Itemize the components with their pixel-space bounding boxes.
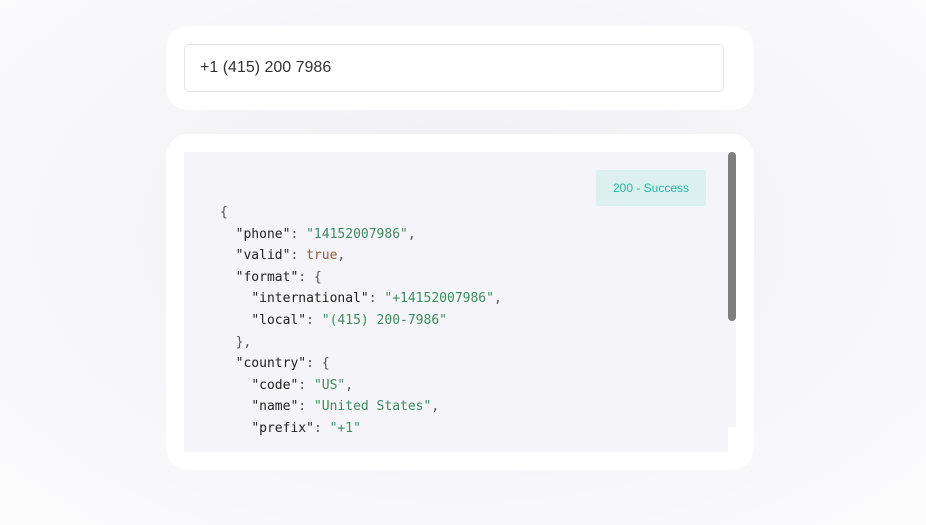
json-token: , [345, 377, 354, 393]
json-response-body: { "phone": "14152007986", "valid": true,… [220, 202, 502, 440]
scrollbar-corner [728, 427, 736, 452]
json-token: : { [306, 356, 330, 372]
json-token: , [431, 399, 440, 415]
json-scroll-area[interactable]: 200 - Success { "phone": "14152007986", … [184, 152, 728, 452]
json-token: , [493, 291, 502, 307]
json-line: "format": { [220, 267, 502, 289]
json-line: "country": { [220, 353, 502, 375]
json-token: "prefix" [251, 420, 314, 436]
json-line: "name": "United States", [220, 396, 502, 418]
json-line: "prefix": "+1" [220, 418, 502, 440]
json-token: : [290, 248, 307, 264]
json-token: "international" [251, 291, 369, 307]
json-token: "US" [313, 377, 346, 393]
json-token: : [306, 312, 322, 328]
json-line: "phone": "14152007986", [220, 224, 502, 246]
status-badge: 200 - Success [596, 170, 706, 206]
json-token: true [306, 248, 338, 264]
json-token: : [298, 399, 314, 415]
scrollbar-thumb[interactable] [728, 152, 736, 321]
json-token: "United States" [313, 399, 432, 415]
json-line: "code": "US", [220, 375, 502, 397]
json-token: "local" [251, 312, 307, 328]
json-line: { [220, 202, 502, 224]
json-line: }, [220, 332, 502, 354]
phone-input[interactable] [184, 44, 724, 92]
json-token: { [220, 205, 228, 220]
json-token: "format" [235, 269, 299, 285]
json-line: "international": "+14152007986", [220, 288, 502, 310]
json-token: "(415) 200-7986" [321, 312, 447, 328]
phone-input-card [166, 26, 754, 110]
json-token: "phone" [235, 226, 291, 242]
response-card: 200 - Success { "phone": "14152007986", … [166, 134, 754, 470]
json-token: : { [298, 269, 322, 285]
json-token: : [368, 291, 385, 307]
json-token: : [298, 377, 314, 393]
vertical-scrollbar[interactable] [728, 152, 736, 427]
json-line: "local": "(415) 200-7986" [220, 310, 502, 332]
json-token: "valid" [235, 248, 291, 264]
json-token: "code" [251, 377, 299, 393]
json-token: : [313, 420, 330, 436]
json-token: }, [220, 334, 252, 350]
json-token: "+14152007986" [384, 291, 494, 307]
json-token: "country" [235, 356, 307, 372]
json-token: , [407, 226, 416, 242]
json-response-panel: 200 - Success { "phone": "14152007986", … [184, 152, 736, 452]
json-token: "+1" [329, 420, 361, 436]
json-token: : [290, 226, 307, 242]
json-line: "valid": true, [220, 245, 502, 267]
json-token: "14152007986" [306, 226, 408, 242]
json-token: , [337, 248, 346, 264]
json-token: "name" [251, 399, 299, 415]
